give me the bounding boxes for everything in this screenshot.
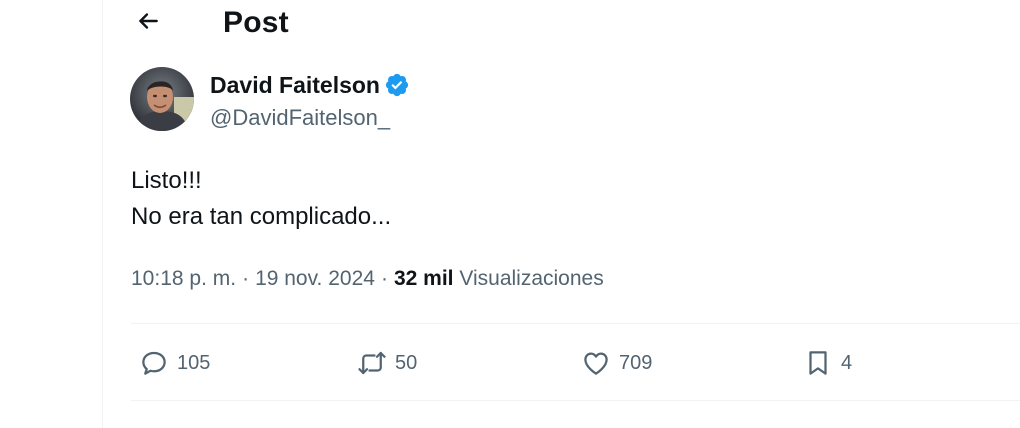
reply-button[interactable]: 105 <box>139 340 210 386</box>
post-page: Post David Faitelson @DavidFaitelson_ Li… <box>0 0 1020 428</box>
like-button[interactable]: 709 <box>581 340 652 386</box>
divider <box>131 400 1020 401</box>
retweet-icon <box>357 348 387 378</box>
reply-count: 105 <box>177 351 211 374</box>
divider <box>131 323 1020 324</box>
retweet-count: 50 <box>395 351 418 374</box>
views-label: Visualizaciones <box>459 267 604 290</box>
retweet-button[interactable]: 50 <box>357 340 417 386</box>
like-count: 709 <box>619 351 653 374</box>
verified-badge-icon <box>384 72 410 98</box>
views-count: 32 mil <box>393 267 454 290</box>
tweet-meta: 10:18 p. m. · 19 nov. 2024 · 32 mil Visualiz… <box>131 264 604 294</box>
tweet-text: Listo!!! No era tan complicado... <box>131 163 391 235</box>
heart-icon <box>581 348 611 378</box>
tweet-time[interactable]: 10:18 p. m. <box>131 267 236 290</box>
tweet-line-2: No era tan complicado... <box>131 203 392 230</box>
avatar[interactable] <box>130 67 194 131</box>
bookmark-button[interactable]: 4 <box>803 340 852 386</box>
reply-bubble-icon <box>139 348 169 378</box>
bookmark-icon <box>803 348 833 378</box>
author-name[interactable]: David Faitelson <box>210 70 410 100</box>
author-handle[interactable]: @DavidFaitelson_ <box>210 104 390 132</box>
arrow-left-icon <box>135 8 161 39</box>
back-button[interactable] <box>129 4 167 42</box>
post-column: Post David Faitelson @DavidFaitelson_ Li… <box>102 0 1020 428</box>
author-name-text: David Faitelson <box>210 72 380 98</box>
meta-separator: · <box>380 267 388 290</box>
page-title: Post <box>223 6 289 39</box>
tweet-date[interactable]: 19 nov. 2024 <box>255 267 375 290</box>
action-bar: 105 50 709 4 <box>103 340 1020 386</box>
meta-separator: · <box>242 267 250 290</box>
tweet-line-1: Listo!!! <box>131 167 202 194</box>
post-header: Post <box>103 0 1020 46</box>
bookmark-count: 4 <box>841 351 853 374</box>
